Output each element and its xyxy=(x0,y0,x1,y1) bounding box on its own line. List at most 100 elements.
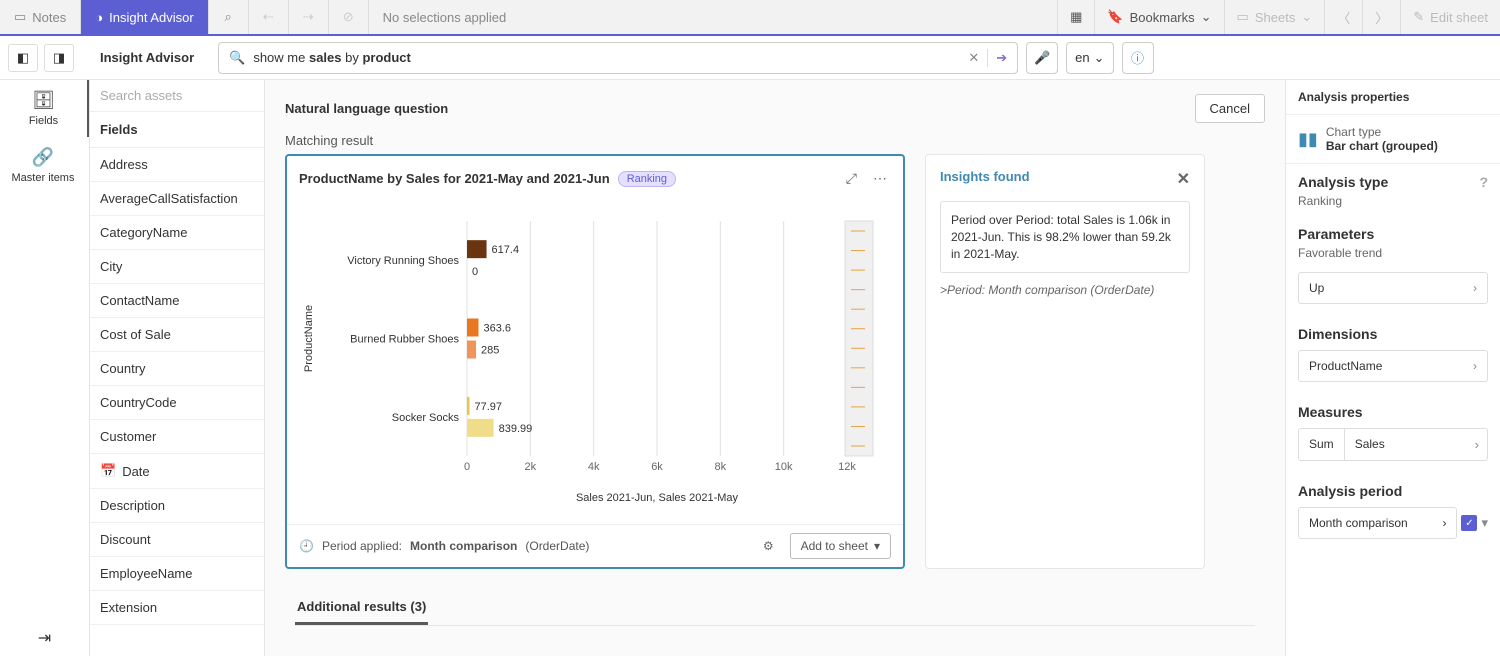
submit-search-icon[interactable]: ➔ xyxy=(996,50,1007,66)
selection-forward-icon[interactable]: ⇢ xyxy=(289,0,329,34)
field-item[interactable]: Discount xyxy=(90,523,264,557)
pencil-icon: ✎ xyxy=(1413,9,1424,25)
sheets-button[interactable]: ▭ Sheets ⌄ xyxy=(1224,0,1325,34)
page-title: Insight Advisor xyxy=(88,50,206,65)
field-item[interactable]: Extension xyxy=(90,591,264,625)
field-item-label: CountryCode xyxy=(100,395,177,410)
field-item[interactable]: Country xyxy=(90,352,264,386)
field-item[interactable]: City xyxy=(90,250,264,284)
field-item[interactable]: CountryCode xyxy=(90,386,264,420)
link-icon: 🔗 xyxy=(0,147,86,168)
learn-button[interactable]: ⚙ xyxy=(763,539,774,553)
notes-icon: ▭ xyxy=(14,9,26,25)
next-sheet-button[interactable]: 〉 xyxy=(1362,0,1400,34)
chart-card: ProductName by Sales for 2021-May and 20… xyxy=(285,154,905,569)
search-icon: 🔍 xyxy=(229,50,245,66)
no-selections-text: No selections applied xyxy=(369,0,521,34)
grid-icon: ▦ xyxy=(1070,9,1082,25)
search-text: show me sales by product xyxy=(253,50,960,65)
additional-results-tab[interactable]: Additional results (3) xyxy=(295,591,428,625)
panel-left-icon: ◧ xyxy=(17,50,29,66)
chevron-right-icon: › xyxy=(1467,429,1487,460)
chart-title: ProductName by Sales for 2021-May and 20… xyxy=(299,171,610,186)
field-item[interactable]: Customer xyxy=(90,420,264,454)
analysis-type-label: Analysis type xyxy=(1298,174,1388,190)
chevron-right-icon: › xyxy=(1442,516,1446,530)
close-insights-button[interactable]: ✕ xyxy=(1177,169,1190,189)
field-item[interactable]: CategoryName xyxy=(90,216,264,250)
field-item[interactable]: Cost of Sale xyxy=(90,318,264,352)
rail-fields-label: Fields xyxy=(29,115,58,127)
rail-master-items[interactable]: 🔗 Master items xyxy=(0,137,89,194)
mic-icon: 🎤 xyxy=(1034,50,1050,66)
svg-text:0: 0 xyxy=(472,266,478,278)
field-item-label: Country xyxy=(100,361,146,376)
language-selector[interactable]: en ⌄ xyxy=(1066,42,1113,74)
sheets-icon: ▭ xyxy=(1237,9,1249,25)
help-button[interactable]: ⓘ xyxy=(1122,42,1154,74)
field-item[interactable]: ContactName xyxy=(90,284,264,318)
smart-search-icon[interactable]: ⌕ xyxy=(209,0,249,34)
help-icon[interactable]: ? xyxy=(1479,174,1488,190)
dimension-selector[interactable]: ProductName › xyxy=(1298,350,1488,382)
chevron-left-icon: 〈 xyxy=(1337,8,1350,27)
period-applied-label: Period applied: xyxy=(322,539,402,553)
chart-more-button[interactable]: ⋯ xyxy=(869,166,891,191)
notes-tab[interactable]: ▭ Notes xyxy=(0,0,81,34)
svg-text:ProductName: ProductName xyxy=(303,305,315,372)
insight-label: Insight Advisor xyxy=(109,10,194,25)
bookmarks-label: Bookmarks xyxy=(1130,10,1195,25)
period-enabled-checkbox[interactable]: ✓ xyxy=(1461,515,1477,531)
language-label: en xyxy=(1075,50,1089,65)
selection-back-icon[interactable]: ⇠ xyxy=(249,0,289,34)
svg-text:4k: 4k xyxy=(588,461,600,473)
clear-selections-icon[interactable]: ⊘ xyxy=(329,0,369,34)
measure-name: Sales xyxy=(1345,429,1467,460)
selections-tool-button[interactable]: ▦ xyxy=(1057,0,1094,34)
toggle-left-panel-button[interactable]: ◧ xyxy=(8,44,38,72)
insight-advisor-tab[interactable]: ◑ Insight Advisor xyxy=(81,0,208,34)
fields-list[interactable]: Address AverageCallSatisfaction CategoryNa… xyxy=(90,148,264,656)
parameters-label: Parameters xyxy=(1286,216,1500,246)
field-item[interactable]: AverageCallSatisfaction xyxy=(90,182,264,216)
field-item[interactable]: Address xyxy=(90,148,264,182)
field-item[interactable]: EmployeeName xyxy=(90,557,264,591)
rail-fields[interactable]: 🗄 Fields xyxy=(0,80,89,137)
field-item-label: CategoryName xyxy=(100,225,187,240)
insights-title: Insights found xyxy=(940,169,1030,189)
chevron-down-icon: ▾ xyxy=(874,539,880,553)
bookmarks-button[interactable]: 🔖 Bookmarks ⌄ xyxy=(1094,0,1223,34)
cancel-button[interactable]: Cancel xyxy=(1195,94,1265,123)
search-input[interactable]: 🔍 show me sales by product ✕ ➔ xyxy=(218,42,1018,74)
favorable-trend-selector[interactable]: Up › xyxy=(1298,272,1488,304)
chevron-down-icon: ⌄ xyxy=(1201,9,1212,25)
analysis-period-selector[interactable]: Month comparison › xyxy=(1298,507,1457,539)
chevron-down-icon[interactable]: ▾ xyxy=(1481,515,1488,531)
svg-text:77.97: 77.97 xyxy=(474,401,502,413)
measure-selector[interactable]: Sum Sales › xyxy=(1298,428,1488,461)
calendar-icon: 📅 xyxy=(100,463,116,479)
field-item-label: Customer xyxy=(100,429,156,444)
svg-text:12k: 12k xyxy=(838,461,856,473)
field-item[interactable]: Description xyxy=(90,489,264,523)
chevron-down-icon: ⌄ xyxy=(1094,50,1105,66)
field-item-label: AverageCallSatisfaction xyxy=(100,191,238,206)
insight-text: Period over Period: total Sales is 1.06k… xyxy=(940,201,1190,273)
add-to-sheet-button[interactable]: Add to sheet ▾ xyxy=(790,533,891,559)
assets-search-input[interactable]: Search assets xyxy=(90,80,264,112)
database-icon: 🗄 xyxy=(0,90,87,111)
edit-sheet-button[interactable]: ✎ Edit sheet xyxy=(1400,0,1500,34)
field-item-label: Cost of Sale xyxy=(100,327,171,342)
toggle-right-panel-button[interactable]: ◨ xyxy=(44,44,74,72)
expand-chart-button[interactable]: ⤢ xyxy=(842,166,861,191)
chart-type-label: Chart type xyxy=(1326,125,1438,139)
voice-input-button[interactable]: 🎤 xyxy=(1026,42,1058,74)
svg-text:6k: 6k xyxy=(651,461,663,473)
prev-sheet-button[interactable]: 〈 xyxy=(1324,0,1362,34)
period-applied-extra: (OrderDate) xyxy=(525,539,589,553)
fields-section-header: Fields xyxy=(90,112,264,148)
field-item[interactable]: 📅Date xyxy=(90,454,264,489)
collapse-rail-button[interactable]: ⇥ xyxy=(38,628,51,648)
clear-search-icon[interactable]: ✕ xyxy=(968,50,979,66)
bar-chart-icon: ▮▮ xyxy=(1298,129,1318,150)
